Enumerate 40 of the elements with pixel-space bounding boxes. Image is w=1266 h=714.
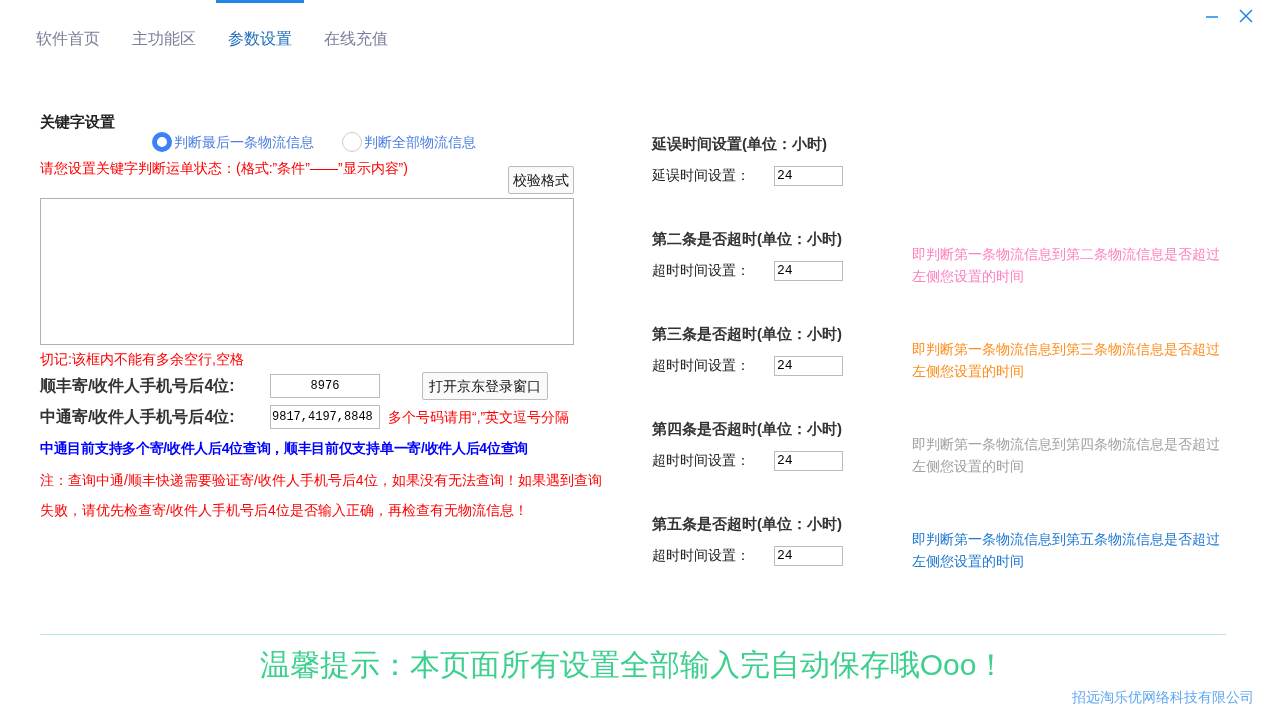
section-title: 第四条是否超时(单位：小时) <box>652 418 843 439</box>
description-text: 即判断第一条物流信息到第三条物流信息是否超过左侧您设置的时间 <box>912 339 1221 381</box>
section-title: 关键字设置 <box>40 112 116 132</box>
section-title: 第三条是否超时(单位：小时) <box>652 323 843 344</box>
field-label: 中通寄/收件人手机号后4位: <box>40 407 236 427</box>
time-input[interactable]: 24 <box>774 260 843 281</box>
format-instruction: 请您设置关键字判断运单状态：(格式:”条件”——”显示内容”) <box>40 159 408 178</box>
phone-input[interactable]: 9817,4197,8848 <box>270 405 380 429</box>
radio-option[interactable]: 判断全部物流信息 <box>342 132 476 152</box>
time-input[interactable]: 24 <box>774 165 843 186</box>
footer-tip: 温馨提示：本页面所有设置全部输入完自动保存哦Ooo！ <box>258 647 1008 683</box>
phone-input[interactable]: 8976 <box>270 374 380 398</box>
field-label: 顺丰寄/收件人手机号后4位: <box>40 376 236 396</box>
field-label: 超时时间设置： <box>652 546 751 566</box>
field-label: 超时时间设置： <box>652 261 751 281</box>
section-title: 第五条是否超时(单位：小时) <box>652 513 843 534</box>
time-input[interactable]: 24 <box>774 450 843 471</box>
validate-button[interactable]: 校验格式 <box>508 166 574 194</box>
tab[interactable]: 主功能区 <box>120 0 208 59</box>
description-text: 即判断第一条物流信息到第五条物流信息是否超过左侧您设置的时间 <box>912 529 1221 571</box>
section-title: 第二条是否超时(单位：小时) <box>652 228 843 249</box>
company-name: 招远淘乐优网络科技有限公司 <box>1072 688 1254 707</box>
field-label: 延误时间设置： <box>652 166 751 186</box>
time-input[interactable]: 24 <box>774 545 843 566</box>
open-login-button[interactable]: 打开京东登录窗口 <box>422 372 548 400</box>
tab[interactable]: 参数设置 <box>216 0 304 59</box>
field-label: 超时时间设置： <box>652 356 751 376</box>
section-title: 延误时间设置(单位：小时) <box>652 133 828 154</box>
notice-text: 注：查询中通/顺丰快递需要验证寄/收件人手机号后4位，如果没有无法查询！如果遇到查询失败，请优先检查寄/收件人手机号后4位是否输入正确，再检查有无物流信息！ <box>40 471 603 520</box>
tab[interactable]: 在线充值 <box>312 0 400 59</box>
radio-option[interactable]: 判断最后一条物流信息 <box>152 132 314 152</box>
description-text: 即判断第一条物流信息到第二条物流信息是否超过左侧您设置的时间 <box>912 244 1221 286</box>
hint-text: 多个号码请用“,”英文逗号分隔 <box>388 407 570 427</box>
warning-text: 切记:该框内不能有多余空行,空格 <box>40 350 245 369</box>
support-note: 中通目前支持多个寄/收件人后4位查询，顺丰目前仅支持单一寄/收件人后4位查询 <box>40 439 529 458</box>
time-input[interactable]: 24 <box>774 355 843 376</box>
tab[interactable]: 软件首页 <box>24 0 112 59</box>
description-text: 即判断第一条物流信息到第四条物流信息是否超过左侧您设置的时间 <box>912 434 1221 476</box>
field-label: 超时时间设置： <box>652 451 751 471</box>
close-icon[interactable] <box>1238 8 1254 24</box>
